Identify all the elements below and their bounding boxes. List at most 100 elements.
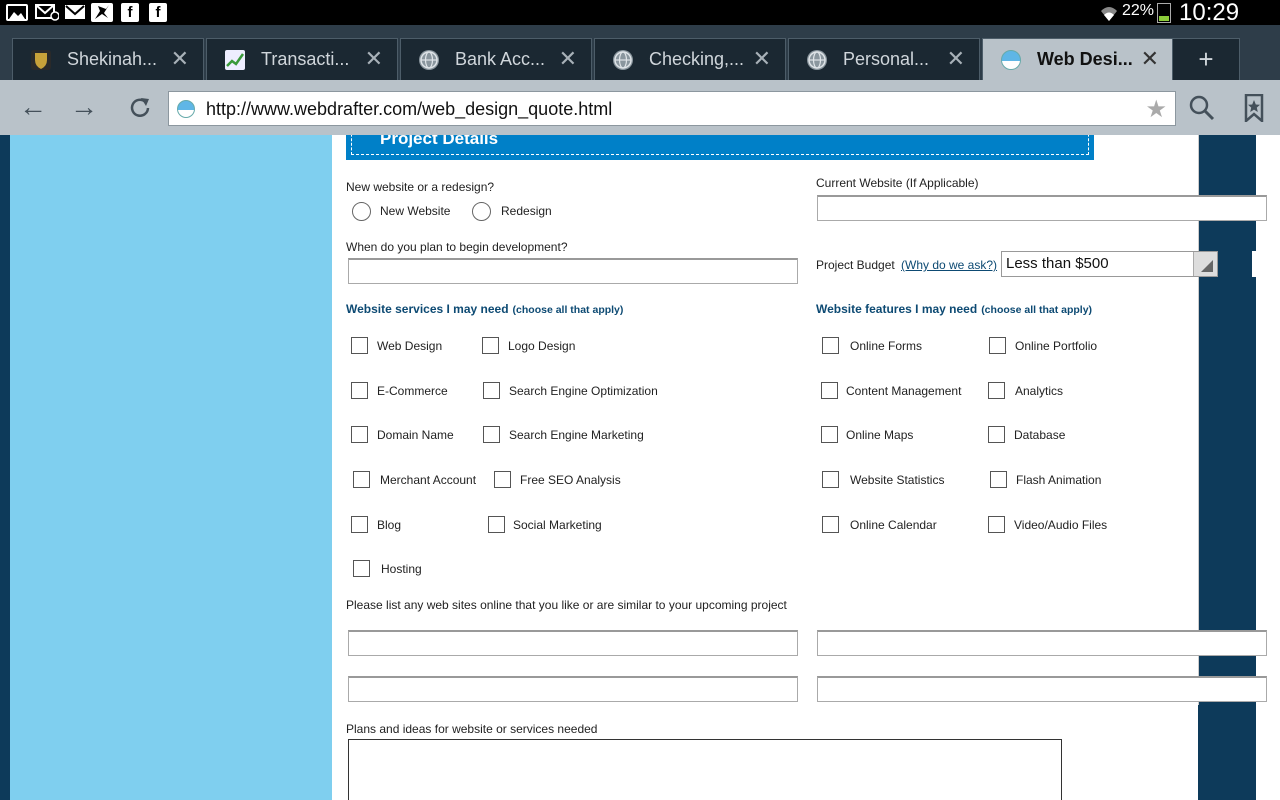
- forward-arrow-icon[interactable]: →: [66, 90, 102, 126]
- site-favicon-icon: [177, 100, 195, 118]
- dropdown-arrow-icon: [1193, 252, 1217, 276]
- budget-select[interactable]: Less than $500: [1001, 251, 1218, 277]
- close-tab-icon[interactable]: ✕: [947, 46, 965, 72]
- checkbox-analytics[interactable]: [988, 382, 1005, 399]
- checkbox-website-statistics[interactable]: [822, 471, 839, 488]
- tab-strip: Shekinah... ✕ Transacti... ✕ Bank Acc...…: [0, 25, 1280, 80]
- browser-tab-active[interactable]: Web Desi... ✕: [982, 38, 1174, 80]
- radio-redesign-label: Redesign: [501, 204, 552, 218]
- services-heading: Website services I may need (choose all t…: [346, 302, 624, 316]
- project-budget-label: Project Budget: [816, 258, 895, 272]
- checkbox-e-commerce[interactable]: [351, 382, 368, 399]
- checkbox-domain-name[interactable]: [351, 426, 368, 443]
- begin-development-input[interactable]: [348, 258, 798, 284]
- section-header: Project Details: [346, 135, 1094, 160]
- shield-favicon-icon: [31, 50, 51, 70]
- new-tab-button[interactable]: +: [1172, 38, 1240, 80]
- budget-selected-value: Less than $500: [1006, 255, 1109, 272]
- browser-tab[interactable]: Shekinah... ✕: [12, 38, 204, 80]
- checkbox-logo-design[interactable]: [482, 337, 499, 354]
- battery-icon: [1157, 3, 1171, 23]
- battery-percent: 22%: [1122, 2, 1155, 19]
- left-sidebar: [10, 135, 332, 800]
- checkbox-label: Merchant Account: [380, 473, 477, 487]
- browser-tab[interactable]: Checking,... ✕: [594, 38, 786, 80]
- checkbox-web-design[interactable]: [351, 337, 368, 354]
- gallery-notification-icon: [6, 4, 28, 21]
- browser-tab[interactable]: Personal... ✕: [788, 38, 980, 80]
- similar-site-input-2[interactable]: [817, 630, 1267, 656]
- checkbox-label: Flash Animation: [1016, 473, 1102, 487]
- checkbox-label: Free SEO Analysis: [520, 473, 621, 487]
- checkbox-free-seo-analysis[interactable]: [494, 471, 511, 488]
- plans-textarea[interactable]: [348, 739, 1062, 800]
- checkbox-video-audio-files[interactable]: [988, 516, 1005, 533]
- checkbox-label: Logo Design: [508, 339, 576, 353]
- globe-favicon-icon: [807, 50, 827, 70]
- checkbox-social-marketing[interactable]: [488, 516, 505, 533]
- radio-redesign[interactable]: [472, 202, 491, 221]
- checkbox-label: Search Engine Marketing: [509, 428, 644, 442]
- checkbox-database[interactable]: [988, 426, 1005, 443]
- tab-title: Checking,...: [649, 49, 745, 69]
- checkbox-label: Online Forms: [850, 339, 923, 353]
- checkbox-label: Hosting: [381, 562, 422, 576]
- close-tab-icon[interactable]: ✕: [559, 46, 577, 72]
- checkbox-label: Database: [1014, 428, 1066, 442]
- browser-tab[interactable]: Bank Acc... ✕: [400, 38, 592, 80]
- checkbox-seo[interactable]: [483, 382, 500, 399]
- checkbox-label: Content Management: [846, 384, 962, 398]
- checkbox-label: Web Design: [377, 339, 443, 353]
- checkbox-blog[interactable]: [351, 516, 368, 533]
- similar-site-input-3[interactable]: [348, 676, 798, 702]
- right-strip-gap: [1252, 251, 1256, 277]
- checkbox-hosting[interactable]: [353, 560, 370, 577]
- checkbox-label: Online Portfolio: [1015, 339, 1098, 353]
- tab-title: Shekinah...: [67, 49, 158, 69]
- close-tab-icon[interactable]: ✕: [171, 46, 189, 72]
- email-notification-icon: [34, 3, 60, 22]
- facebook-notification-icon: f: [149, 3, 167, 22]
- why-do-we-ask-link[interactable]: (Why do we ask?): [901, 258, 997, 272]
- checkbox-label: Social Marketing: [513, 518, 602, 532]
- similar-site-input-1[interactable]: [348, 630, 798, 656]
- tab-title: Web Desi...: [1037, 49, 1133, 69]
- similar-site-input-4[interactable]: [817, 676, 1267, 702]
- tab-title: Personal...: [843, 49, 930, 69]
- checkbox-online-calendar[interactable]: [822, 516, 839, 533]
- reload-icon[interactable]: [122, 90, 158, 126]
- close-tab-icon[interactable]: ✕: [753, 46, 771, 72]
- checkbox-label: Blog: [377, 518, 402, 532]
- search-icon[interactable]: [1184, 90, 1220, 126]
- begin-development-label: When do you plan to begin development?: [346, 240, 568, 254]
- browser-toolbar: ← → http://www.webdrafter.com/web_design…: [0, 80, 1280, 135]
- checkbox-online-portfolio[interactable]: [989, 337, 1006, 354]
- checkbox-content-management[interactable]: [821, 382, 838, 399]
- similar-sites-label: Please list any web sites online that yo…: [346, 598, 787, 612]
- facebook-notification-icon: f: [121, 3, 139, 22]
- checkbox-online-forms[interactable]: [822, 337, 839, 354]
- checkbox-label: Website Statistics: [850, 473, 945, 487]
- browser-tab[interactable]: Transacti... ✕: [206, 38, 398, 80]
- checkbox-flash-animation[interactable]: [990, 471, 1007, 488]
- webdrafter-favicon-icon: [1001, 50, 1021, 70]
- current-website-input[interactable]: [817, 195, 1267, 221]
- url-bar[interactable]: http://www.webdrafter.com/web_design_quo…: [168, 91, 1176, 126]
- globe-favicon-icon: [419, 50, 439, 70]
- checkbox-label: Search Engine Optimization: [509, 384, 658, 398]
- bookmark-star-icon[interactable]: ★: [1145, 95, 1167, 124]
- bookmarks-icon[interactable]: [1236, 90, 1272, 126]
- checkbox-label: Online Calendar: [850, 518, 937, 532]
- checkbox-online-maps[interactable]: [821, 426, 838, 443]
- plans-label: Plans and ideas for website or services …: [346, 722, 598, 736]
- back-arrow-icon[interactable]: ←: [15, 90, 51, 126]
- gmail-notification-icon: [63, 3, 87, 22]
- web-page: Project Details New website or a redesig…: [0, 135, 1280, 800]
- checkbox-label: Analytics: [1015, 384, 1064, 398]
- app-notification-icon: [91, 3, 113, 22]
- checkbox-merchant-account[interactable]: [353, 471, 370, 488]
- radio-new-website[interactable]: [352, 202, 371, 221]
- close-tab-icon[interactable]: ✕: [1141, 46, 1159, 72]
- close-tab-icon[interactable]: ✕: [365, 46, 383, 72]
- checkbox-sem[interactable]: [483, 426, 500, 443]
